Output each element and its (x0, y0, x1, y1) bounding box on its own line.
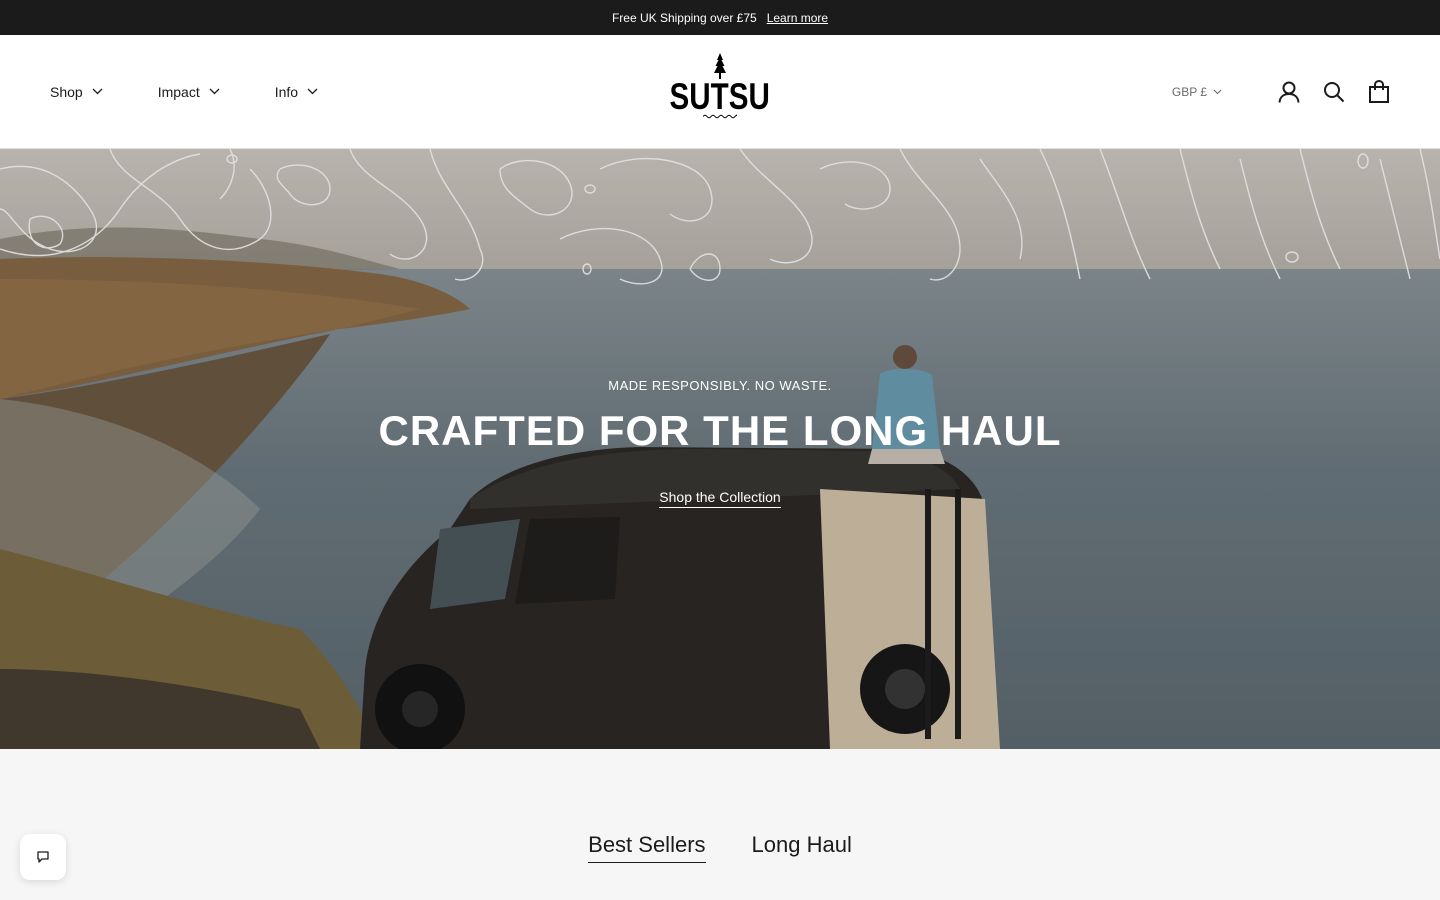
account-icon (1278, 81, 1300, 103)
shop-collection-link[interactable]: Shop the Collection (659, 489, 781, 508)
account-button[interactable] (1278, 81, 1300, 103)
currency-selector[interactable]: GBP £ (1172, 85, 1222, 99)
search-icon (1324, 81, 1345, 102)
hero-title: CRAFTED FOR THE LONG HAUL (378, 407, 1062, 454)
search-button[interactable] (1323, 81, 1345, 103)
nav-item-info[interactable]: Info (275, 84, 318, 100)
nav-item-impact[interactable]: Impact (158, 84, 220, 100)
announcement-learn-more-link[interactable]: Learn more (767, 11, 828, 25)
chat-icon (37, 851, 49, 863)
nav-item-shop[interactable]: Shop (50, 84, 103, 100)
chevron-down-icon (307, 88, 318, 95)
header-actions: GBP £ (1172, 35, 1390, 148)
collection-tabs: Best Sellers Long Haul (0, 832, 1440, 863)
chevron-down-icon (1213, 89, 1222, 94)
chat-button[interactable] (20, 834, 66, 880)
cart-icon (1369, 79, 1389, 103)
main-nav: Shop Impact Info (50, 35, 373, 148)
cart-button[interactable] (1368, 79, 1390, 104)
chevron-down-icon (92, 88, 103, 95)
site-logo[interactable]: SUTSU (670, 53, 770, 133)
hero-content: MADE RESPONSIBLY. NO WASTE. CRAFTED FOR … (0, 378, 1440, 508)
chevron-down-icon (209, 88, 220, 95)
tab-best-sellers[interactable]: Best Sellers (588, 832, 706, 863)
currency-label: GBP £ (1171, 84, 1207, 99)
nav-item-label: Info (274, 83, 299, 100)
announcement-text: Free UK Shipping over £75 (611, 10, 757, 25)
hero-subtitle: MADE RESPONSIBLY. NO WASTE. (608, 378, 832, 393)
site-header: Shop Impact Info SUTSU GBP £ (0, 35, 1440, 149)
nav-item-label: Shop (50, 83, 83, 100)
nav-item-label: Impact (157, 83, 200, 100)
hero-banner: MADE RESPONSIBLY. NO WASTE. CRAFTED FOR … (0, 149, 1440, 749)
logo-wordmark: SUTSU (669, 76, 771, 117)
tab-long-haul[interactable]: Long Haul (752, 832, 852, 863)
announcement-bar: Free UK Shipping over £75 Learn more (0, 0, 1440, 35)
